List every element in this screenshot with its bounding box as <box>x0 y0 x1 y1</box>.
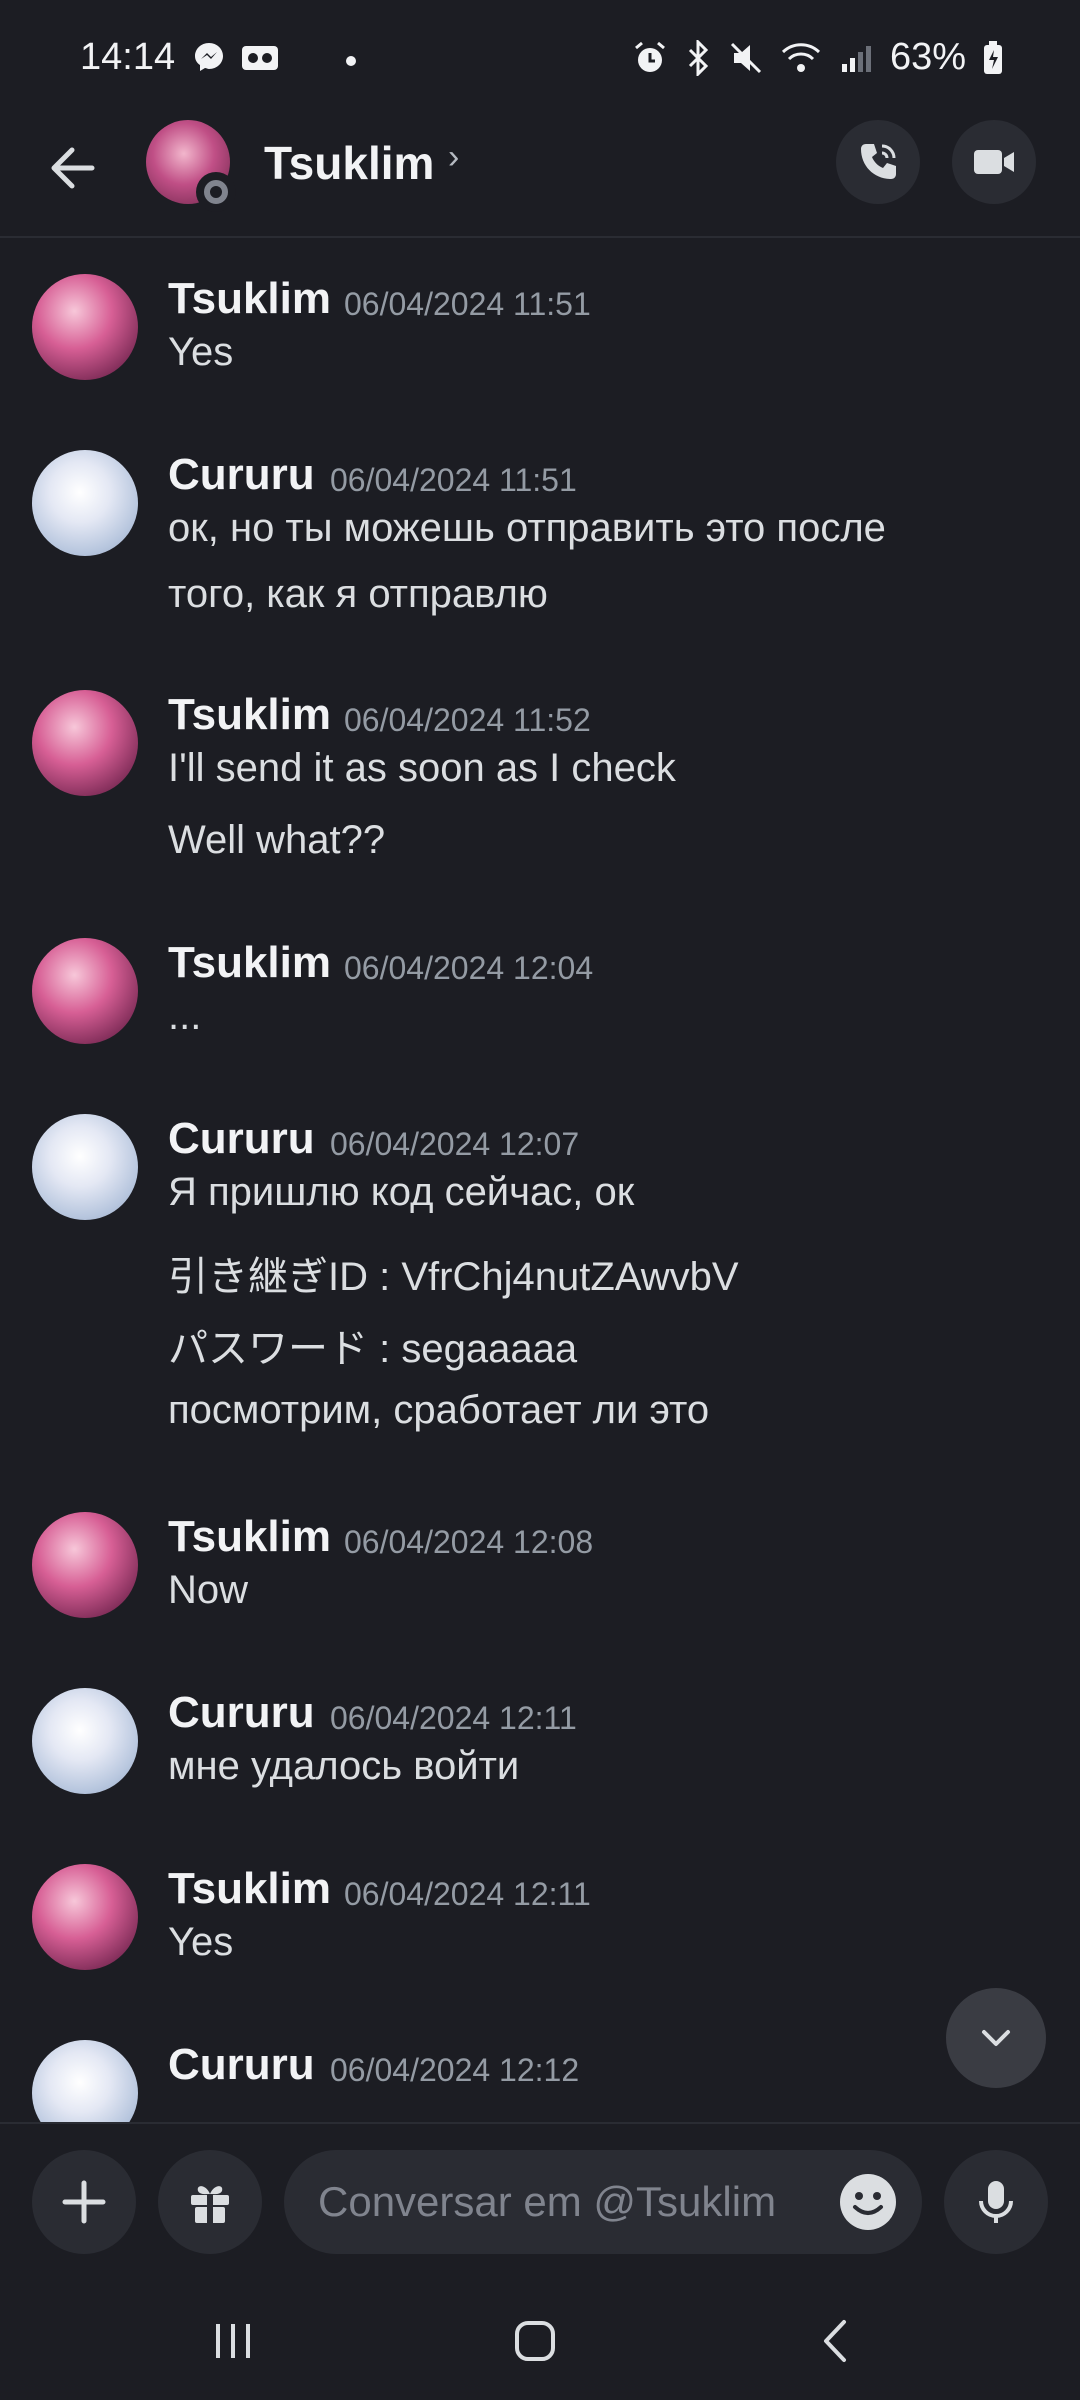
author-name[interactable]: Tsuklim <box>168 690 331 740</box>
status-dot <box>346 56 356 66</box>
back-arrow-icon <box>51 147 95 189</box>
message-text[interactable]: Yes <box>168 330 233 375</box>
author-name[interactable]: Tsuklim <box>168 274 331 324</box>
author-name[interactable]: Cururu <box>168 2040 315 2090</box>
contact-name[interactable]: Tsuklim <box>264 136 434 190</box>
conversation-header: Tsuklim › <box>0 120 1080 238</box>
add-attachment-button[interactable] <box>32 2150 136 2254</box>
system-navigation-bar <box>0 2282 1080 2400</box>
signal-icon <box>841 45 871 72</box>
messenger-icon <box>195 43 223 71</box>
status-time: 14:14 <box>80 36 176 78</box>
video-call-button[interactable] <box>952 120 1036 204</box>
alarm-icon <box>634 41 665 72</box>
battery-percentage: 63% <box>889 36 966 78</box>
author-name[interactable]: Tsuklim <box>168 1512 331 1562</box>
message-text[interactable]: ок, но ты можешь отправить это после <box>168 506 886 551</box>
offline-status-icon <box>196 172 236 212</box>
message-text[interactable]: ... <box>168 994 201 1039</box>
status-right-icons: 63% <box>632 36 1004 79</box>
message-timestamp: 06/04/2024 12:04 <box>344 950 594 986</box>
video-camera-icon <box>974 150 1014 174</box>
message-text[interactable]: パスワード : segaaaaa <box>168 1316 577 1374</box>
message-text[interactable]: Now <box>168 1568 248 1613</box>
voice-message-button[interactable] <box>944 2150 1048 2254</box>
back-button[interactable] <box>44 138 104 198</box>
chevron-left-icon <box>824 2320 846 2362</box>
message-timestamp: 06/04/2024 11:52 <box>344 702 591 738</box>
author-name[interactable]: Tsuklim <box>168 938 331 988</box>
author-name[interactable]: Cururu <box>168 1114 315 1164</box>
author-name[interactable]: Cururu <box>168 450 315 500</box>
message-list[interactable]: Tsuklim 06/04/2024 11:51 Yes Cururu 06/0… <box>0 240 1080 2122</box>
message-text[interactable]: I'll send it as soon as I check <box>168 746 676 791</box>
message-text[interactable]: посмотрим, сработает ли это <box>168 1388 709 1433</box>
message-text[interactable]: того, как я отправлю <box>168 572 548 617</box>
chevron-down-icon <box>982 2030 1010 2046</box>
home-icon <box>515 2321 555 2361</box>
emoji-button[interactable] <box>838 2172 898 2232</box>
home-button[interactable] <box>500 2306 570 2376</box>
microphone-icon <box>979 2181 1013 2223</box>
message-input[interactable]: Conversar em @Tsuklim <box>284 2150 922 2254</box>
composer-bar: Conversar em @Tsuklim <box>0 2122 1080 2282</box>
voicemail-icon <box>242 46 278 70</box>
message-timestamp: 06/04/2024 11:51 <box>330 462 577 498</box>
gift-icon <box>191 2186 229 2223</box>
author-avatar[interactable] <box>32 2040 138 2122</box>
gift-button[interactable] <box>158 2150 262 2254</box>
status-notification-icons <box>192 40 280 74</box>
jump-to-latest-button[interactable] <box>946 1988 1046 2088</box>
emoji-icon <box>840 2174 896 2230</box>
recent-apps-icon <box>216 2324 250 2358</box>
wifi-icon <box>781 42 820 72</box>
author-name[interactable]: Tsuklim <box>168 1864 331 1914</box>
phone-call-icon <box>861 144 896 179</box>
battery-icon <box>984 40 1002 74</box>
bluetooth-icon <box>688 39 709 76</box>
message-timestamp: 06/04/2024 12:08 <box>344 1524 594 1560</box>
recent-apps-button[interactable] <box>198 2306 268 2376</box>
author-avatar[interactable] <box>32 1688 138 1794</box>
message-timestamp: 06/04/2024 12:11 <box>330 1700 577 1736</box>
message-timestamp: 06/04/2024 11:51 <box>344 286 591 322</box>
mute-icon <box>730 42 761 73</box>
message-timestamp: 06/04/2024 12:07 <box>330 1126 580 1162</box>
plus-icon <box>62 2180 106 2224</box>
author-avatar[interactable] <box>32 938 138 1044</box>
chevron-right-icon: › <box>448 138 460 176</box>
voice-call-button[interactable] <box>836 120 920 204</box>
message-timestamp: 06/04/2024 12:11 <box>344 1876 591 1912</box>
message-text[interactable]: Well what?? <box>168 818 385 863</box>
system-back-button[interactable] <box>802 2306 872 2376</box>
message-text[interactable]: Я пришлю код сейчас, ок <box>168 1170 634 1215</box>
message-text[interactable]: Yes <box>168 1920 233 1965</box>
author-avatar[interactable] <box>32 690 138 796</box>
status-bar: 14:14 63% <box>0 0 1080 120</box>
author-avatar[interactable] <box>32 450 138 556</box>
author-avatar[interactable] <box>32 1512 138 1618</box>
author-avatar[interactable] <box>32 1864 138 1970</box>
message-timestamp: 06/04/2024 12:12 <box>330 2052 580 2088</box>
message-input-placeholder: Conversar em @Tsuklim <box>318 2178 777 2225</box>
author-name[interactable]: Cururu <box>168 1688 315 1738</box>
author-avatar[interactable] <box>32 1114 138 1220</box>
author-avatar[interactable] <box>32 274 138 380</box>
message-text[interactable]: 引き継ぎID : VfrChj4nutZAwvbV <box>168 1244 739 1302</box>
message-text[interactable]: мне удалось войти <box>168 1744 519 1789</box>
